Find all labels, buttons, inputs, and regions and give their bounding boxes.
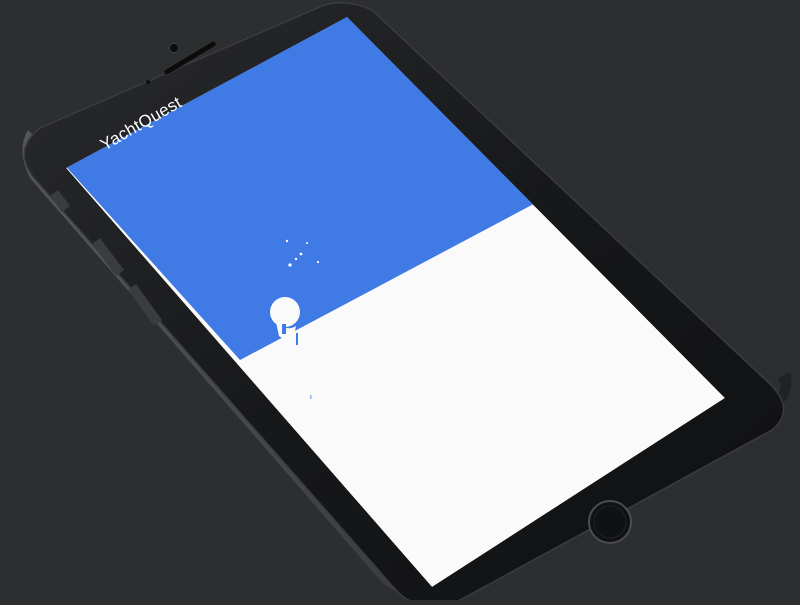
phone-illustration — [22, 2, 792, 605]
wake-mark-2 — [310, 395, 312, 399]
front-camera-icon — [169, 43, 179, 53]
home-button-icon[interactable] — [588, 500, 632, 544]
phone-mockup-scene: YachtQuest — [0, 0, 800, 605]
proximity-sensor — [146, 80, 150, 84]
wake-mark-1 — [296, 333, 298, 345]
